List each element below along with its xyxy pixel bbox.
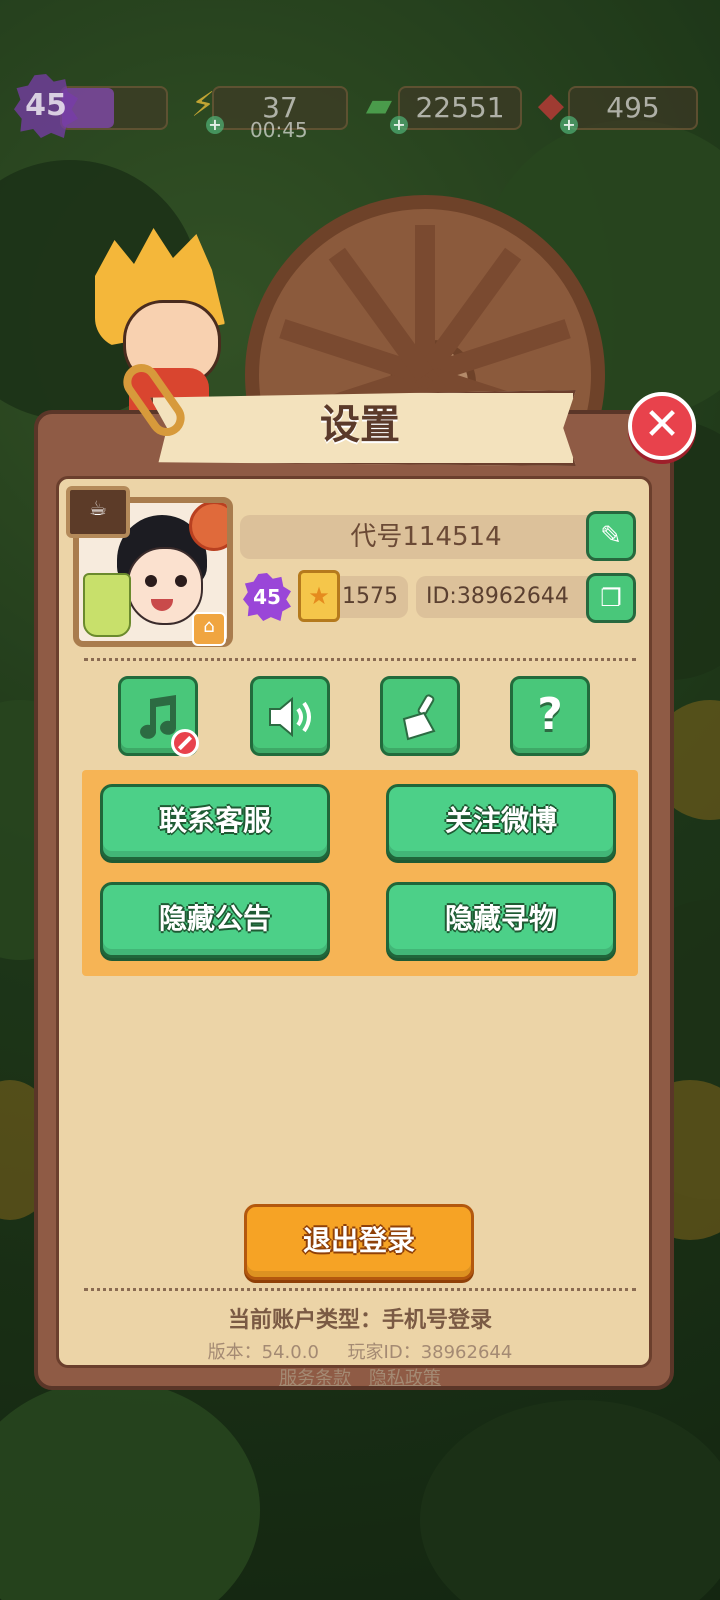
logout-label: 退出登录 [302, 1224, 415, 1257]
legal-links: 服务条款 隐私政策 [84, 1364, 636, 1390]
divider [84, 658, 636, 661]
edit-name-button[interactable]: ✎ [586, 511, 636, 561]
broom-icon [402, 694, 436, 741]
hide-announcement-label: 隐藏公告 [158, 902, 271, 935]
contact-support-label: 联系客服 [158, 804, 271, 837]
energy-plus-icon[interactable]: + [206, 116, 224, 134]
close-icon: ✕ [643, 399, 681, 450]
help-button[interactable]: ? [510, 676, 590, 756]
cash-counter[interactable]: 22551 [398, 86, 522, 130]
copy-id-button[interactable]: ❐ [586, 573, 636, 623]
pencil-icon: ✎ [600, 521, 622, 551]
player-id-field: ID:38962644 [416, 576, 612, 618]
sound-toggle-button[interactable] [250, 676, 330, 756]
player-name-field: 代号114514 [240, 515, 612, 559]
music-toggle-button[interactable] [118, 676, 199, 757]
mascot-character [95, 228, 245, 418]
close-button[interactable]: ✕ [628, 392, 696, 460]
muted-indicator-icon [171, 729, 199, 757]
version-text: 版本：54.0.0 [207, 1342, 319, 1363]
speaker-icon [269, 696, 311, 738]
question-icon: ? [537, 689, 563, 740]
gem-counter[interactable]: 495 [568, 86, 698, 130]
energy-timer: 00:45 [250, 118, 308, 142]
footer-divider [84, 1288, 636, 1291]
hide-search-label: 隐藏寻物 [444, 902, 557, 935]
hide-announcement-button[interactable]: 隐藏公告 [100, 882, 330, 958]
version-info: 版本：54.0.0 玩家ID：38962644 [84, 1338, 636, 1364]
xp-bar [60, 86, 168, 130]
clear-cache-button[interactable] [380, 676, 460, 756]
copy-icon: ❐ [600, 584, 622, 612]
chalkboard-icon: ☕ [66, 486, 130, 538]
terms-of-service-link[interactable]: 服务条款 [279, 1368, 351, 1389]
hide-search-button[interactable]: 隐藏寻物 [386, 882, 616, 958]
follow-weibo-button[interactable]: 关注微博 [386, 784, 616, 860]
logout-button[interactable]: 退出登录 [244, 1204, 474, 1280]
star-clipboard-icon: ★ [298, 570, 340, 622]
follow-weibo-label: 关注微博 [444, 804, 557, 837]
account-type-text: 当前账户类型：手机号登录 [227, 1308, 492, 1333]
top-hud: 45 37 ⚡ + 00:45 22551 ▰ + 495 ◆ + [0, 74, 720, 142]
gem-plus-icon[interactable]: + [560, 116, 578, 134]
dialog-title: 设置 [320, 402, 400, 448]
hanger-icon[interactable]: ⌂ [192, 612, 226, 646]
gem-value: 495 [606, 91, 660, 124]
cash-value: 22551 [415, 91, 505, 124]
cash-plus-icon[interactable]: + [390, 116, 408, 134]
footer-player-id: 玩家ID：38962644 [347, 1342, 513, 1363]
privacy-policy-link[interactable]: 隐私政策 [369, 1368, 441, 1389]
contact-support-button[interactable]: 联系客服 [100, 784, 330, 860]
